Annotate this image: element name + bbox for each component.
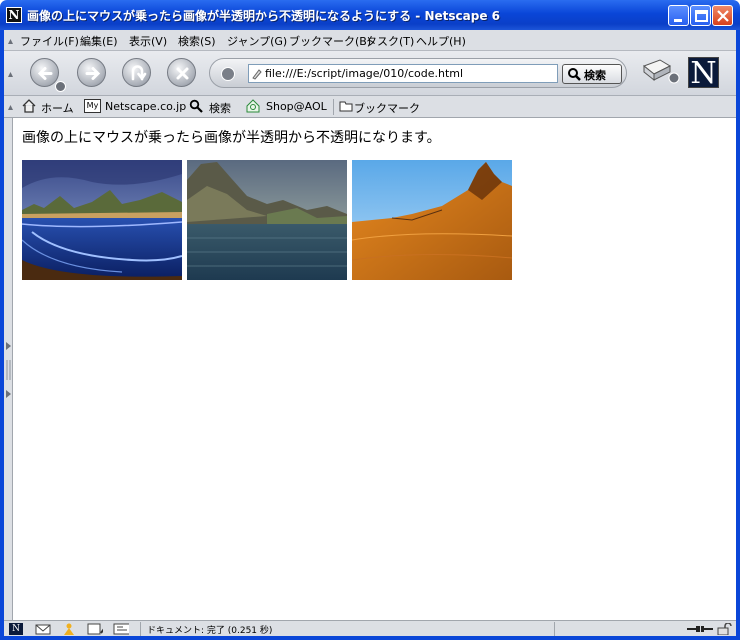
menu-go[interactable]: ジャンプ(G) <box>227 33 287 49</box>
minimize-icon <box>674 19 682 22</box>
close-button[interactable] <box>712 5 733 26</box>
toolbar-separator <box>333 99 334 115</box>
back-button[interactable] <box>30 58 59 87</box>
magnifier-icon <box>568 68 581 81</box>
menu-search[interactable]: 検索(S) <box>178 33 216 49</box>
maximize-button[interactable] <box>690 5 711 26</box>
menu-bookmarks[interactable]: ブックマーク(B) <box>289 33 371 49</box>
home-icon <box>22 99 36 113</box>
search-link[interactable]: 検索 <box>209 100 231 116</box>
bookmarks-folder[interactable]: ブックマーク <box>354 100 420 116</box>
my-netscape-icon: My <box>84 99 101 113</box>
close-icon <box>717 10 729 22</box>
address-book-icon[interactable] <box>113 623 129 635</box>
netscape-link[interactable]: Netscape.co.jp <box>105 100 186 113</box>
status-bar: N ドキュメント: 完了 (0.251 秒) <box>4 620 736 636</box>
home-link[interactable]: ホーム <box>41 100 74 116</box>
search-button[interactable]: 検索 <box>562 64 622 84</box>
coastal-landscape-image[interactable] <box>22 160 182 280</box>
status-separator <box>140 622 141 636</box>
netscape-app-icon[interactable]: N <box>6 7 22 23</box>
minimize-button[interactable] <box>668 5 689 26</box>
aol-shop-icon <box>246 99 260 113</box>
page-content: 画像の上にマウスが乗ったら画像が半透明から不透明になります。 <box>13 118 736 620</box>
stop-button[interactable] <box>167 58 196 87</box>
status-text: ドキュメント: 完了 (0.251 秒) <box>147 626 273 636</box>
magnifier-icon <box>189 99 203 113</box>
page-proxy-icon[interactable] <box>251 68 263 80</box>
stop-icon <box>176 67 189 80</box>
toolbar-grip-icon[interactable] <box>7 67 14 80</box>
sidebar-grippy[interactable] <box>4 118 13 620</box>
reload-button[interactable] <box>122 58 151 87</box>
window-frame-bottom <box>0 636 740 640</box>
mail-icon[interactable] <box>35 623 51 635</box>
reload-icon <box>131 65 147 81</box>
menu-edit[interactable]: 編集(E) <box>80 33 118 49</box>
menu-bar: ファイル(F) 編集(E) 表示(V) 検索(S) ジャンプ(G) ブックマーク… <box>4 30 736 51</box>
url-text: file:///E:/script/image/010/code.html <box>265 67 464 80</box>
forward-arrow-icon <box>85 67 101 80</box>
instant-messenger-icon[interactable] <box>61 623 77 635</box>
personal-toolbar: ホーム My Netscape.co.jp 検索 Shop@AOL ブックマーク <box>4 96 736 118</box>
ocean-mountains-image[interactable] <box>187 160 347 280</box>
title-bar[interactable]: N 画像の上にマウスが乗ったら画像が半透明から不透明になるようにする - Net… <box>0 0 740 30</box>
toolbar-grip-icon[interactable] <box>7 100 14 113</box>
url-history-button[interactable] <box>221 67 235 81</box>
menu-tasks[interactable]: タスク(T) <box>366 33 414 49</box>
print-button[interactable] <box>640 56 680 86</box>
navigator-task-icon[interactable]: N <box>9 623 23 635</box>
status-separator <box>554 622 555 636</box>
menu-help[interactable]: ヘルプ(H) <box>416 33 466 49</box>
maximize-icon <box>695 10 708 22</box>
security-lock-icon[interactable] <box>716 623 732 635</box>
menu-view[interactable]: 表示(V) <box>129 33 167 49</box>
desert-dune-image[interactable] <box>352 160 512 280</box>
composer-icon[interactable] <box>87 623 103 635</box>
sidebar-toggle-icon[interactable] <box>5 340 12 400</box>
menu-file[interactable]: ファイル(F) <box>20 33 79 49</box>
shop-link[interactable]: Shop@AOL <box>266 100 327 113</box>
navigation-toolbar: file:///E:/script/image/010/code.html 検索… <box>4 51 736 96</box>
url-bar-container: file:///E:/script/image/010/code.html 検索 <box>209 58 627 88</box>
page-text: 画像の上にマウスが乗ったら画像が半透明から不透明になります。 <box>22 130 441 146</box>
window-frame-right <box>736 30 740 640</box>
toolbar-grip-icon[interactable] <box>7 34 14 47</box>
forward-button[interactable] <box>77 58 106 87</box>
window-title: 画像の上にマウスが乗ったら画像が半透明から不透明になるようにする - Netsc… <box>27 9 500 23</box>
online-status-icon[interactable] <box>686 623 714 635</box>
folder-icon <box>339 101 353 112</box>
url-input[interactable]: file:///E:/script/image/010/code.html <box>248 64 558 83</box>
back-history-dropdown-icon[interactable] <box>55 81 66 92</box>
netscape-logo[interactable]: N <box>688 57 719 89</box>
